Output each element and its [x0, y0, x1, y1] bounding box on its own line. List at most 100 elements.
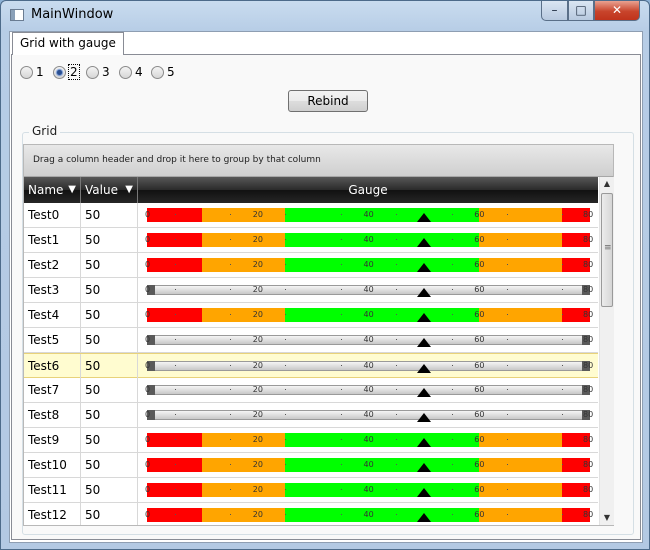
cell-name[interactable]: Test0	[24, 203, 81, 227]
gauge-minor-tick	[506, 314, 508, 315]
scroll-down-icon[interactable]: ▼	[600, 511, 614, 525]
tab-grid-with-gauge[interactable]: Grid with gauge	[12, 32, 124, 55]
gauge-tick-label: 80	[583, 410, 594, 419]
gauge-minor-tick	[396, 414, 398, 415]
table-row[interactable]: Test7 50 0 20 40 60 80	[24, 378, 598, 403]
rebind-button[interactable]: Rebind	[288, 90, 368, 112]
gauge-tick-label: 80	[583, 235, 594, 244]
cell-name[interactable]: Test9	[24, 428, 81, 452]
gauge-minor-tick	[285, 464, 287, 465]
radio-circle[interactable]	[86, 66, 99, 79]
linear-gauge: 0 20 40 60 80	[145, 333, 593, 347]
radio-circle[interactable]	[20, 66, 33, 79]
table-row[interactable]: Test12 50 0 20 40 60 80	[24, 503, 598, 525]
table-row[interactable]: Test0 50 0 20 40 60 80	[24, 203, 598, 228]
cell-name[interactable]: Test4	[24, 303, 81, 327]
gauge-minor-tick	[174, 365, 176, 366]
gauge-range	[202, 508, 286, 522]
cell-value[interactable]: 50	[81, 354, 138, 378]
cell-name[interactable]: Test3	[24, 278, 81, 302]
gauge-minor-tick	[396, 289, 398, 290]
gauge-minor-tick	[562, 239, 564, 240]
gauge-tick-label: 40	[363, 235, 374, 244]
group-panel[interactable]: Drag a column header and drop it here to…	[24, 145, 613, 177]
vertical-scrollbar[interactable]: ▲ ≡ ▼	[599, 177, 614, 525]
maximize-button[interactable]: □	[568, 1, 594, 21]
column-header-name[interactable]: Name ▼	[24, 177, 81, 203]
radio-circle[interactable]	[119, 66, 132, 79]
linear-gauge: 0 20 40 60 80	[145, 408, 594, 422]
table-row[interactable]: Test11 50 0 20 40 60 80	[24, 478, 598, 503]
cell-value[interactable]: 50	[81, 253, 138, 277]
linear-gauge: 0 20 40 60 80	[145, 308, 593, 322]
table-row[interactable]: Test8 50 0 20 40 60 80	[24, 403, 598, 428]
gauge-minor-tick	[396, 339, 398, 340]
scroll-up-icon[interactable]: ▲	[600, 177, 614, 191]
cell-value[interactable]: 50	[81, 228, 138, 252]
cell-value[interactable]: 50	[81, 503, 138, 525]
table-row[interactable]: Test9 50 0 20 40 60 80	[24, 428, 598, 453]
funnel-icon[interactable]: ▼	[68, 177, 76, 203]
cell-value[interactable]: 50	[81, 378, 138, 402]
cell-name[interactable]: Test12	[24, 503, 81, 525]
gauge-tick-label: 0	[145, 361, 151, 370]
cell-gauge: 0 20 40 60 80	[138, 403, 598, 427]
gauge-range	[285, 258, 480, 272]
table-row[interactable]: Test3 50 0 20 40 60 80	[24, 278, 598, 303]
cell-name[interactable]: Test7	[24, 378, 81, 402]
cell-value[interactable]: 50	[81, 428, 138, 452]
cell-name[interactable]: Test11	[24, 478, 81, 502]
cell-name[interactable]: Test8	[24, 403, 81, 427]
gauge-tick-label: 80	[583, 485, 594, 494]
gauge-range	[202, 258, 286, 272]
cell-value[interactable]: 50	[81, 278, 138, 302]
table-row[interactable]: Test2 50 0 20 40 60 80	[24, 253, 598, 278]
radio-circle[interactable]	[53, 66, 66, 79]
gauge-minor-tick	[451, 389, 453, 390]
table-row[interactable]: Test6 50 0 20 40 60 80	[24, 353, 598, 378]
gauge-minor-tick	[506, 464, 508, 465]
table-row[interactable]: Test5 50 0 20 40 60 80	[24, 328, 598, 353]
gauge-tick-label: 20	[252, 410, 263, 419]
column-header-gauge[interactable]: Gauge	[138, 177, 598, 203]
cell-value[interactable]: 50	[81, 303, 138, 327]
table-row[interactable]: Test10 50 0 20 40 60 80	[24, 453, 598, 478]
gauge-range	[479, 233, 563, 247]
cell-gauge: 0 20 40 60 80	[138, 228, 598, 252]
cell-value[interactable]: 50	[81, 203, 138, 227]
cell-value[interactable]: 50	[81, 328, 138, 352]
gauge-pointer	[416, 364, 431, 373]
cell-name[interactable]: Test5	[24, 328, 81, 352]
gauge-tick-label: 80	[583, 460, 594, 469]
cell-value[interactable]: 50	[81, 478, 138, 502]
cell-name[interactable]: Test10	[24, 453, 81, 477]
cell-value[interactable]: 50	[81, 453, 138, 477]
column-header-label: Value	[85, 183, 118, 197]
column-header-value[interactable]: Value ▼	[81, 177, 138, 203]
gauge-tick-label: 20	[252, 361, 263, 370]
minimize-button[interactable]: –	[541, 1, 568, 21]
cell-name[interactable]: Test6	[24, 354, 81, 378]
funnel-icon[interactable]: ▼	[125, 177, 133, 203]
table-row[interactable]: Test1 50 0 20 40 60 80	[24, 228, 598, 253]
gauge-pointer	[416, 263, 431, 272]
gauge-tick-label: 80	[583, 210, 594, 219]
gauge-pointer	[416, 388, 431, 397]
gauge-minor-tick	[562, 314, 564, 315]
gauge-range	[479, 483, 563, 497]
scroll-thumb[interactable]: ≡	[601, 193, 613, 307]
gauge-minor-tick	[396, 365, 398, 366]
gauge-tick-label: 80	[583, 385, 594, 394]
gauge-range	[147, 433, 203, 447]
cell-name[interactable]: Test1	[24, 228, 81, 252]
gauge-minor-tick	[174, 489, 176, 490]
close-button[interactable]: ✕	[594, 1, 640, 21]
radio-circle[interactable]	[151, 66, 164, 79]
gauge-minor-tick	[340, 214, 342, 215]
gauge-tick-label: 20	[252, 435, 263, 444]
table-row[interactable]: Test4 50 0 20 40 60 80	[24, 303, 598, 328]
cell-name[interactable]: Test2	[24, 253, 81, 277]
cell-value[interactable]: 50	[81, 403, 138, 427]
title-bar[interactable]: MainWindow – □ ✕	[1, 1, 649, 31]
gauge-minor-tick	[506, 289, 508, 290]
